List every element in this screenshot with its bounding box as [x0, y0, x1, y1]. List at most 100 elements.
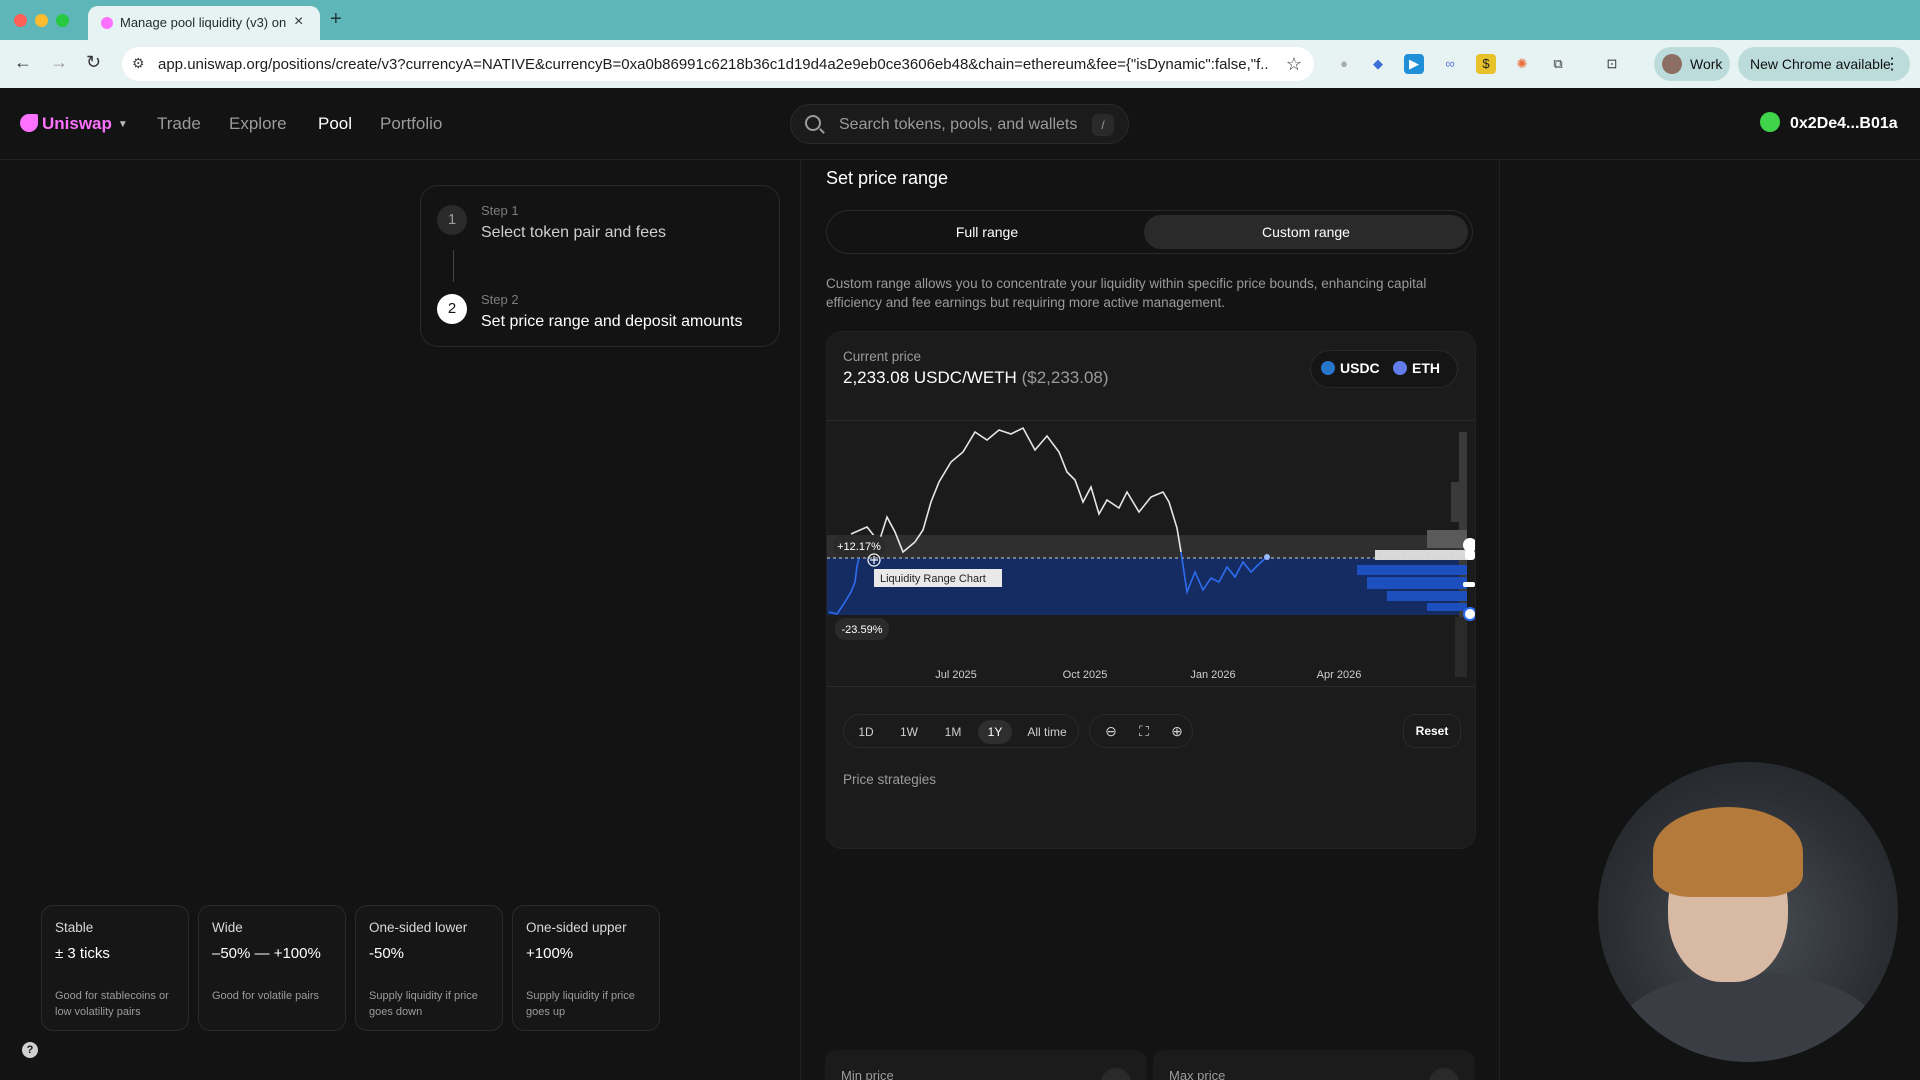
max-price-label: Max price — [1169, 1068, 1226, 1080]
reload-icon[interactable]: ↻ — [86, 52, 101, 73]
token-eth-option[interactable]: ETH — [1393, 360, 1440, 376]
usdc-icon — [1321, 361, 1335, 375]
strategy-stable[interactable]: Stable ± 3 ticks Good for stablecoins or… — [41, 905, 189, 1031]
window-close-button[interactable] — [14, 14, 27, 27]
back-icon[interactable]: ← — [14, 52, 32, 73]
x-tick-jan-2026: Jan 2026 — [1190, 669, 1235, 681]
zoom-out-icon[interactable]: ⊖ — [1102, 722, 1120, 740]
timeframe-1y[interactable]: 1Y — [978, 720, 1012, 744]
extension-icon-5[interactable]: $ — [1476, 54, 1496, 74]
url-text: app.uniswap.org/positions/create/v3?curr… — [158, 56, 1268, 73]
forward-icon[interactable]: → — [50, 52, 68, 73]
nav-explore[interactable]: Explore — [229, 114, 287, 134]
chrome-update-button[interactable]: New Chrome available ⋮ — [1738, 47, 1910, 81]
nav-portfolio[interactable]: Portfolio — [380, 114, 442, 134]
max-price-panel[interactable]: Max price — [1153, 1050, 1475, 1080]
min-price-adjust-button[interactable] — [1101, 1068, 1131, 1080]
extension-icon-6[interactable]: ✺ — [1512, 54, 1532, 74]
price-line-white — [850, 426, 1182, 554]
timeframe-selector: 1D 1W 1M 1Y All time — [843, 714, 1079, 748]
mid-range-handle[interactable] — [1463, 582, 1475, 587]
strategy-name: One-sided lower — [369, 920, 468, 935]
strategy-wide[interactable]: Wide –50% — +100% Good for volatile pair… — [198, 905, 346, 1031]
main-column: Set price range Full range Custom range … — [800, 160, 1500, 1080]
upper-pct-label: +12.17% — [837, 541, 881, 553]
lower-bound-handle[interactable] — [1463, 607, 1475, 621]
brand-name: Uniswap — [42, 114, 112, 133]
strategy-desc: Good for volatile pairs — [212, 990, 319, 1002]
strategy-value: -50% — [369, 945, 405, 962]
tab-close-icon[interactable]: × — [294, 13, 303, 31]
current-price-usd: ($2,233.08) — [1021, 368, 1109, 387]
fit-to-screen-icon[interactable]: ⛶ — [1135, 722, 1153, 740]
chart-tooltip: Liquidity Range Chart — [880, 573, 986, 585]
current-price-value: 2,233.08 USDC/WETH ($2,233.08) — [843, 368, 1109, 388]
bookmark-star-icon[interactable]: ☆ — [1286, 54, 1302, 75]
price-range-title: Set price range — [826, 168, 949, 188]
steps-card: 1 Step 1 Select token pair and fees 2 St… — [420, 185, 780, 347]
tab-search-icon[interactable]: ⊡ — [1602, 54, 1622, 74]
min-price-panel[interactable]: Min price — [825, 1050, 1147, 1080]
zoom-controls: ⊖ ⛶ ⊕ — [1089, 714, 1193, 748]
wallet-avatar — [1760, 112, 1780, 132]
window-minimize-button[interactable] — [35, 14, 48, 27]
reset-button[interactable]: Reset — [1403, 714, 1461, 748]
uniswap-favicon-icon — [101, 17, 113, 29]
wallet-button[interactable]: 0x2De4...B01a — [1760, 112, 1898, 133]
extensions-puzzle-icon[interactable]: ⧉ — [1548, 54, 1568, 74]
search-placeholder: Search tokens, pools, and wallets — [839, 116, 1078, 133]
timeframe-all-time[interactable]: All time — [1020, 720, 1074, 744]
browser-tab-bar: Manage pool liquidity (v3) on × + — [0, 0, 1920, 40]
search-input[interactable]: Search tokens, pools, and wallets / — [790, 104, 1129, 144]
zoom-in-icon[interactable]: ⊕ — [1168, 722, 1186, 740]
update-label: New Chrome available — [1750, 56, 1891, 72]
current-price-label: Current price — [843, 349, 922, 364]
current-price-dot — [1264, 554, 1270, 560]
uniswap-logo[interactable]: Uniswap ▼ — [20, 114, 128, 134]
profile-label: Work — [1690, 56, 1723, 72]
chevron-down-icon: ▼ — [117, 119, 128, 130]
strategy-desc: Good for stablecoins or low volatility p… — [55, 990, 169, 1018]
nav-trade[interactable]: Trade — [157, 114, 201, 134]
extension-icon-3[interactable]: ▶ — [1404, 54, 1424, 74]
step-1-title[interactable]: Select token pair and fees — [481, 224, 666, 242]
more-menu-icon[interactable]: ⋮ — [1884, 54, 1900, 74]
strategy-name: Wide — [212, 920, 243, 935]
help-icon[interactable]: ? — [22, 1042, 38, 1058]
extension-icon-4[interactable]: ∞ — [1440, 54, 1460, 74]
custom-range-option[interactable]: Custom range — [1144, 215, 1468, 249]
address-bar[interactable]: ⚙ app.uniswap.org/positions/create/v3?cu… — [122, 47, 1314, 81]
extension-icon-2[interactable]: ◆ — [1368, 54, 1388, 74]
profile-button[interactable]: Work — [1654, 47, 1730, 81]
timeframe-1d[interactable]: 1D — [850, 720, 882, 744]
new-tab-button[interactable]: + — [330, 8, 342, 31]
site-info-icon[interactable]: ⚙ — [132, 55, 145, 72]
strategy-value: +100% — [526, 945, 574, 962]
wallet-address: 0x2De4...B01a — [1790, 115, 1898, 132]
extension-icon-1[interactable]: ● — [1334, 54, 1354, 74]
liquidity-range-chart[interactable]: +12.17% -23.59% Liquidity Range Chart Ju… — [827, 422, 1475, 686]
full-range-option[interactable]: Full range — [831, 215, 1143, 249]
chart-divider — [827, 420, 1475, 421]
chart-card: Current price 2,233.08 USDC/WETH ($2,233… — [826, 331, 1476, 849]
step-1-label: Step 1 — [481, 203, 519, 218]
range-description: Custom range allows you to concentrate y… — [826, 276, 1427, 310]
strategy-one-sided-lower[interactable]: One-sided lower -50% Supply liquidity if… — [355, 905, 503, 1031]
browser-tab[interactable]: Manage pool liquidity (v3) on × — [88, 6, 320, 40]
current-price-amount: 2,233.08 USDC/WETH — [843, 368, 1017, 387]
nav-pool[interactable]: Pool — [318, 114, 352, 134]
strategy-one-sided-upper[interactable]: One-sided upper +100% Supply liquidity i… — [512, 905, 660, 1031]
window-maximize-button[interactable] — [56, 14, 69, 27]
token-eth-label: ETH — [1412, 360, 1440, 376]
unicorn-icon — [20, 114, 38, 132]
token-usdc-option[interactable]: USDC — [1321, 360, 1380, 376]
strategy-value: –50% — +100% — [212, 945, 321, 962]
timeframe-1m[interactable]: 1M — [936, 720, 970, 744]
strategy-desc: Supply liquidity if price goes down — [369, 990, 478, 1018]
price-strategies-title: Price strategies — [843, 772, 937, 787]
max-price-adjust-button[interactable] — [1429, 1068, 1459, 1080]
step-2-label: Step 2 — [481, 292, 519, 307]
timeframe-1w[interactable]: 1W — [892, 720, 926, 744]
profile-avatar — [1662, 54, 1682, 74]
above-range-shade — [827, 535, 1467, 558]
